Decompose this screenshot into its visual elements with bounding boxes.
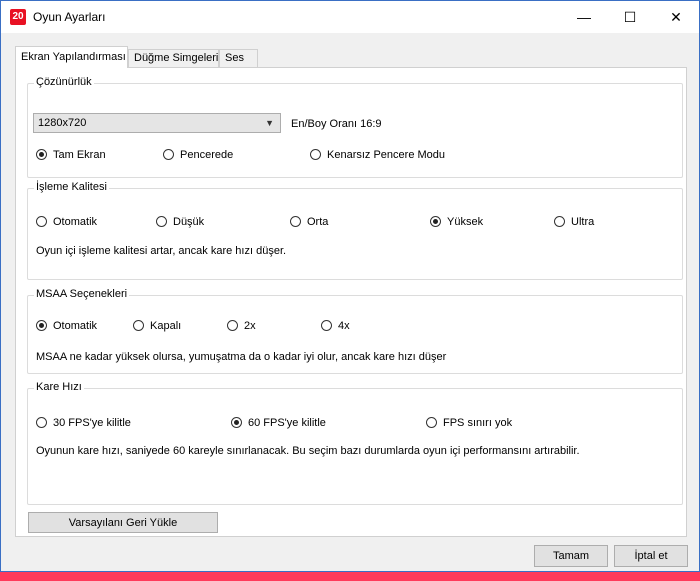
resolution-group: Çözünürlük 1280x720 ▼ En/Boy Oranı 16:9 …: [27, 76, 683, 178]
mode-fullscreen-radio[interactable]: Tam Ekran: [36, 149, 106, 161]
mode-borderless-radio[interactable]: Kenarsız Pencere Modu: [310, 149, 445, 161]
ok-button[interactable]: Tamam: [534, 545, 608, 567]
radio-icon: [310, 149, 321, 160]
fps-label: 60 FPS'ye kilitle: [248, 417, 326, 429]
radio-icon: [430, 216, 441, 227]
quality-group: İşleme Kalitesi Otomatik Düşük Orta Yüks…: [27, 181, 683, 280]
msaa-label: Otomatik: [53, 320, 98, 332]
quality-label: Yüksek: [447, 216, 484, 228]
mode-label: Pencerede: [180, 149, 234, 161]
fps-label: 30 FPS'ye kilitle: [53, 417, 131, 429]
quality-label: Düşük: [173, 216, 205, 228]
minimize-button[interactable]: —: [561, 1, 607, 33]
resolution-select[interactable]: 1280x720 ▼: [33, 113, 281, 133]
radio-icon: [36, 149, 47, 160]
radio-icon: [231, 417, 242, 428]
quality-medium-radio[interactable]: Orta: [290, 216, 328, 228]
quality-group-title: İşleme Kalitesi: [34, 181, 109, 193]
mode-label: Tam Ekran: [53, 149, 106, 161]
mode-windowed-radio[interactable]: Pencerede: [163, 149, 233, 161]
window-title: Oyun Ayarları: [33, 10, 106, 24]
msaa-label: 4x: [338, 320, 350, 332]
quality-label: Orta: [307, 216, 329, 228]
quality-label: Otomatik: [53, 216, 98, 228]
quality-auto-radio[interactable]: Otomatik: [36, 216, 97, 228]
tab-button-icons[interactable]: Düğme Simgeleri: [128, 49, 219, 67]
maximize-button[interactable]: ☐: [607, 1, 653, 33]
resolution-select-value: 1280x720: [38, 117, 87, 129]
radio-icon: [290, 216, 301, 227]
msaa-description: MSAA ne kadar yüksek olursa, yumuşatma d…: [36, 351, 447, 363]
settings-window: 20 Oyun Ayarları — ☐ ✕ Ekran Yapılandırm…: [0, 0, 700, 572]
radio-icon: [163, 149, 174, 160]
msaa-label: 2x: [244, 320, 256, 332]
radio-icon: [321, 320, 332, 331]
radio-icon: [426, 417, 437, 428]
quality-low-radio[interactable]: Düşük: [156, 216, 204, 228]
fps-label: FPS sınırı yok: [443, 417, 513, 429]
title-bar: 20 Oyun Ayarları — ☐ ✕: [1, 1, 699, 33]
msaa-group-title: MSAA Seçenekleri: [34, 288, 130, 300]
msaa-group: MSAA Seçenekleri Otomatik Kapalı 2x 4x M…: [27, 288, 683, 374]
fps-60-radio[interactable]: 60 FPS'ye kilitle: [231, 417, 326, 429]
mode-label: Kenarsız Pencere Modu: [327, 149, 446, 161]
chevron-down-icon: ▼: [265, 118, 274, 128]
radio-icon: [36, 417, 47, 428]
fps-30-radio[interactable]: 30 FPS'ye kilitle: [36, 417, 131, 429]
msaa-auto-radio[interactable]: Otomatik: [36, 320, 97, 332]
msaa-2x-radio[interactable]: 2x: [227, 320, 256, 332]
quality-ultra-radio[interactable]: Ultra: [554, 216, 594, 228]
radio-icon: [36, 216, 47, 227]
framerate-group: Kare Hızı 30 FPS'ye kilitle 60 FPS'ye ki…: [27, 381, 683, 505]
tab-display[interactable]: Ekran Yapılandırması: [15, 46, 128, 68]
msaa-4x-radio[interactable]: 4x: [321, 320, 350, 332]
framerate-description: Oyunun kare hızı, saniyede 60 kareyle sı…: [36, 445, 580, 457]
close-button[interactable]: ✕: [653, 1, 699, 33]
reset-defaults-button[interactable]: Varsayılanı Geri Yükle: [28, 512, 218, 533]
framerate-group-title: Kare Hızı: [34, 381, 84, 393]
tab-sound[interactable]: Ses: [219, 49, 258, 67]
resolution-group-title: Çözünürlük: [34, 76, 94, 88]
radio-icon: [554, 216, 565, 227]
radio-icon: [36, 320, 47, 331]
display-tab-panel: Çözünürlük 1280x720 ▼ En/Boy Oranı 16:9 …: [15, 67, 687, 537]
msaa-label: Kapalı: [150, 320, 182, 332]
quality-high-radio[interactable]: Yüksek: [430, 216, 483, 228]
aspect-ratio-label: En/Boy Oranı 16:9: [291, 118, 382, 130]
fps-unlimited-radio[interactable]: FPS sınırı yok: [426, 417, 512, 429]
quality-description: Oyun içi işleme kalitesi artar, ancak ka…: [36, 245, 287, 257]
app-icon: 20: [10, 9, 26, 25]
radio-icon: [227, 320, 238, 331]
radio-icon: [133, 320, 144, 331]
quality-label: Ultra: [571, 216, 595, 228]
radio-icon: [156, 216, 167, 227]
cancel-button[interactable]: İptal et: [614, 545, 688, 567]
msaa-off-radio[interactable]: Kapalı: [133, 320, 181, 332]
